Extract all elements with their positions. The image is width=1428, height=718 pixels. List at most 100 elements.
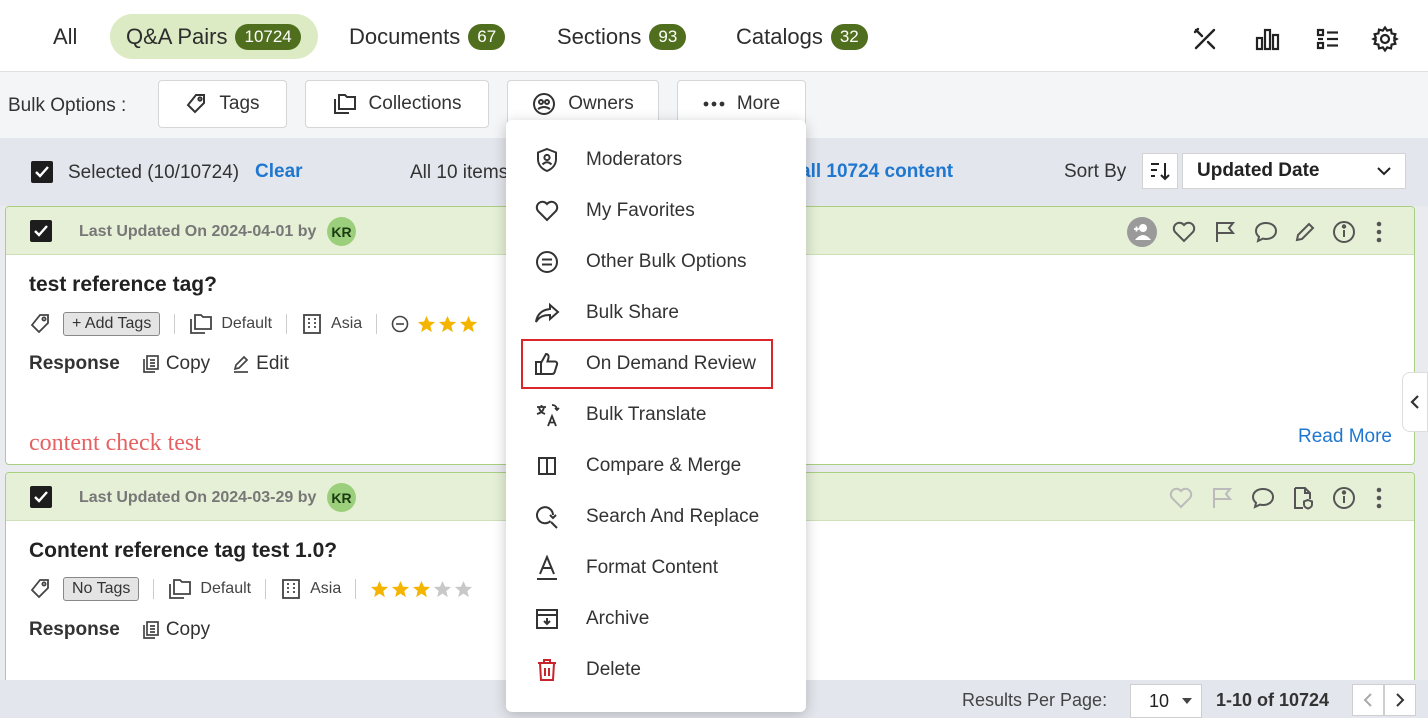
copy-button[interactable]: Copy — [142, 619, 210, 641]
card-checkbox[interactable] — [30, 220, 52, 242]
minus-circle-icon[interactable] — [391, 315, 409, 333]
menu-item-search-and-replace[interactable]: Search And Replace — [506, 495, 806, 539]
comment-icon[interactable] — [1250, 485, 1276, 511]
kebab-menu-icon[interactable] — [1366, 219, 1392, 245]
menu-item-on-demand-review[interactable]: On Demand Review — [506, 342, 806, 386]
star-icon — [371, 580, 389, 597]
next-page-button[interactable] — [1384, 684, 1416, 716]
menu-item-label: Bulk Translate — [586, 404, 707, 425]
star-icon — [439, 315, 457, 332]
card-meta-row: + Add Tags Default Asia — [29, 310, 478, 338]
trash-icon — [534, 657, 560, 683]
copy-icon — [142, 621, 159, 639]
copy-button[interactable]: Copy — [142, 353, 210, 375]
format-text-icon — [534, 555, 560, 581]
menu-item-my-favorites[interactable]: My Favorites — [506, 189, 806, 233]
tab-label: Q&A Pairs — [126, 23, 228, 49]
divider — [153, 579, 155, 599]
side-panel-toggle[interactable] — [1402, 372, 1428, 432]
info-icon[interactable] — [1331, 219, 1357, 245]
sort-by-label: Sort By — [1064, 161, 1127, 182]
caret-down-icon — [1182, 698, 1192, 704]
region-item: Asia — [301, 313, 362, 335]
tab-count-badge: 32 — [830, 23, 868, 50]
menu-item-moderators[interactable]: Moderators — [506, 138, 806, 182]
add-tags-pill[interactable]: + Add Tags — [63, 312, 161, 336]
building-icon — [280, 578, 302, 600]
menu-item-format-content[interactable]: Format Content — [506, 546, 806, 590]
card-checkbox[interactable] — [30, 486, 52, 508]
tags-button-label: Tags — [219, 93, 260, 114]
select-all-content-link[interactable]: all 10724 content — [800, 161, 953, 183]
edit-pencil-icon[interactable] — [1292, 219, 1318, 245]
tab-qa-pairs[interactable]: Q&A Pairs 10724 — [110, 14, 318, 59]
divider — [265, 579, 267, 599]
card-meta-row: No Tags Default Asia — [29, 575, 473, 603]
tag-icon — [29, 313, 51, 335]
sort-by-select[interactable]: Updated Date — [1182, 153, 1406, 189]
copy-label: Copy — [165, 619, 211, 640]
sort-by-value: Updated Date — [1197, 160, 1320, 181]
edit-button[interactable]: Edit — [232, 353, 289, 375]
results-per-page-select[interactable]: 10 — [1130, 684, 1202, 718]
sort-direction-button[interactable] — [1142, 153, 1178, 189]
tab-documents[interactable]: Documents 67 — [333, 14, 521, 59]
check-icon — [35, 166, 49, 178]
clear-selection-link[interactable]: Clear — [255, 161, 303, 183]
document-shield-icon[interactable] — [1290, 485, 1316, 511]
star-empty-icon — [434, 580, 452, 597]
tab-all[interactable]: All — [37, 14, 93, 59]
heart-icon — [1168, 485, 1194, 511]
menu-item-archive[interactable]: Archive — [506, 597, 806, 641]
collections-button[interactable]: Collections — [305, 80, 489, 128]
menu-item-label: Format Content — [586, 557, 718, 578]
star-rating[interactable] — [370, 580, 473, 599]
kebab-menu-icon[interactable] — [1366, 485, 1392, 511]
list-view-icon[interactable] — [1313, 24, 1343, 54]
menu-item-delete[interactable]: Delete — [506, 648, 806, 692]
settings-gear-icon[interactable] — [1370, 24, 1400, 54]
question-title[interactable]: test reference tag? — [29, 273, 217, 297]
select-all-checkbox[interactable] — [31, 161, 53, 183]
results-per-page-value: 10 — [1149, 690, 1170, 711]
comment-icon[interactable] — [1253, 219, 1279, 245]
menu-item-label: Archive — [586, 608, 650, 629]
avatar: KR — [327, 483, 356, 512]
card-actions: Response Copy Edit — [29, 353, 289, 375]
heart-icon[interactable] — [1171, 219, 1197, 245]
menu-item-bulk-share[interactable]: Bulk Share — [506, 291, 806, 335]
menu-item-compare-merge[interactable]: Compare & Merge — [506, 444, 806, 488]
collections-icon — [333, 93, 357, 115]
tab-label: Sections — [557, 23, 642, 49]
star-rating[interactable] — [417, 315, 478, 334]
tags-button[interactable]: Tags — [158, 80, 287, 128]
check-icon — [34, 225, 48, 237]
menu-item-bulk-translate[interactable]: Bulk Translate — [506, 393, 806, 437]
last-updated-text: Last Updated On 2024-03-29 by — [79, 489, 317, 506]
chevron-right-icon — [1396, 693, 1405, 707]
flag-icon[interactable] — [1212, 219, 1238, 245]
question-title[interactable]: Content reference tag test 1.0? — [29, 539, 337, 563]
collection-name: Default — [200, 580, 252, 597]
add-user-icon[interactable] — [1127, 217, 1157, 247]
menu-item-label: On Demand Review — [586, 353, 757, 374]
compare-icon — [534, 453, 560, 479]
menu-item-label: Search And Replace — [586, 506, 760, 527]
selected-count: Selected (10/10724) — [68, 162, 240, 183]
tag-icon — [185, 93, 207, 115]
avatar: KR — [327, 217, 356, 246]
info-icon[interactable] — [1331, 485, 1357, 511]
collections-icon — [189, 313, 213, 335]
menu-item-label: Moderators — [586, 149, 683, 170]
more-button-label: More — [736, 93, 781, 114]
prev-page-button[interactable] — [1352, 684, 1384, 716]
tab-catalogs[interactable]: Catalogs 32 — [720, 14, 884, 59]
tab-sections[interactable]: Sections 93 — [541, 14, 702, 59]
share-arrow-icon — [534, 300, 560, 326]
read-more-link[interactable]: Read More — [1298, 426, 1392, 448]
tools-icon[interactable] — [1190, 24, 1220, 54]
menu-item-other-bulk-options[interactable]: Other Bulk Options — [506, 240, 806, 284]
edit-pencil-icon — [234, 355, 249, 373]
analytics-chart-icon[interactable] — [1252, 24, 1282, 54]
divider — [376, 314, 378, 334]
